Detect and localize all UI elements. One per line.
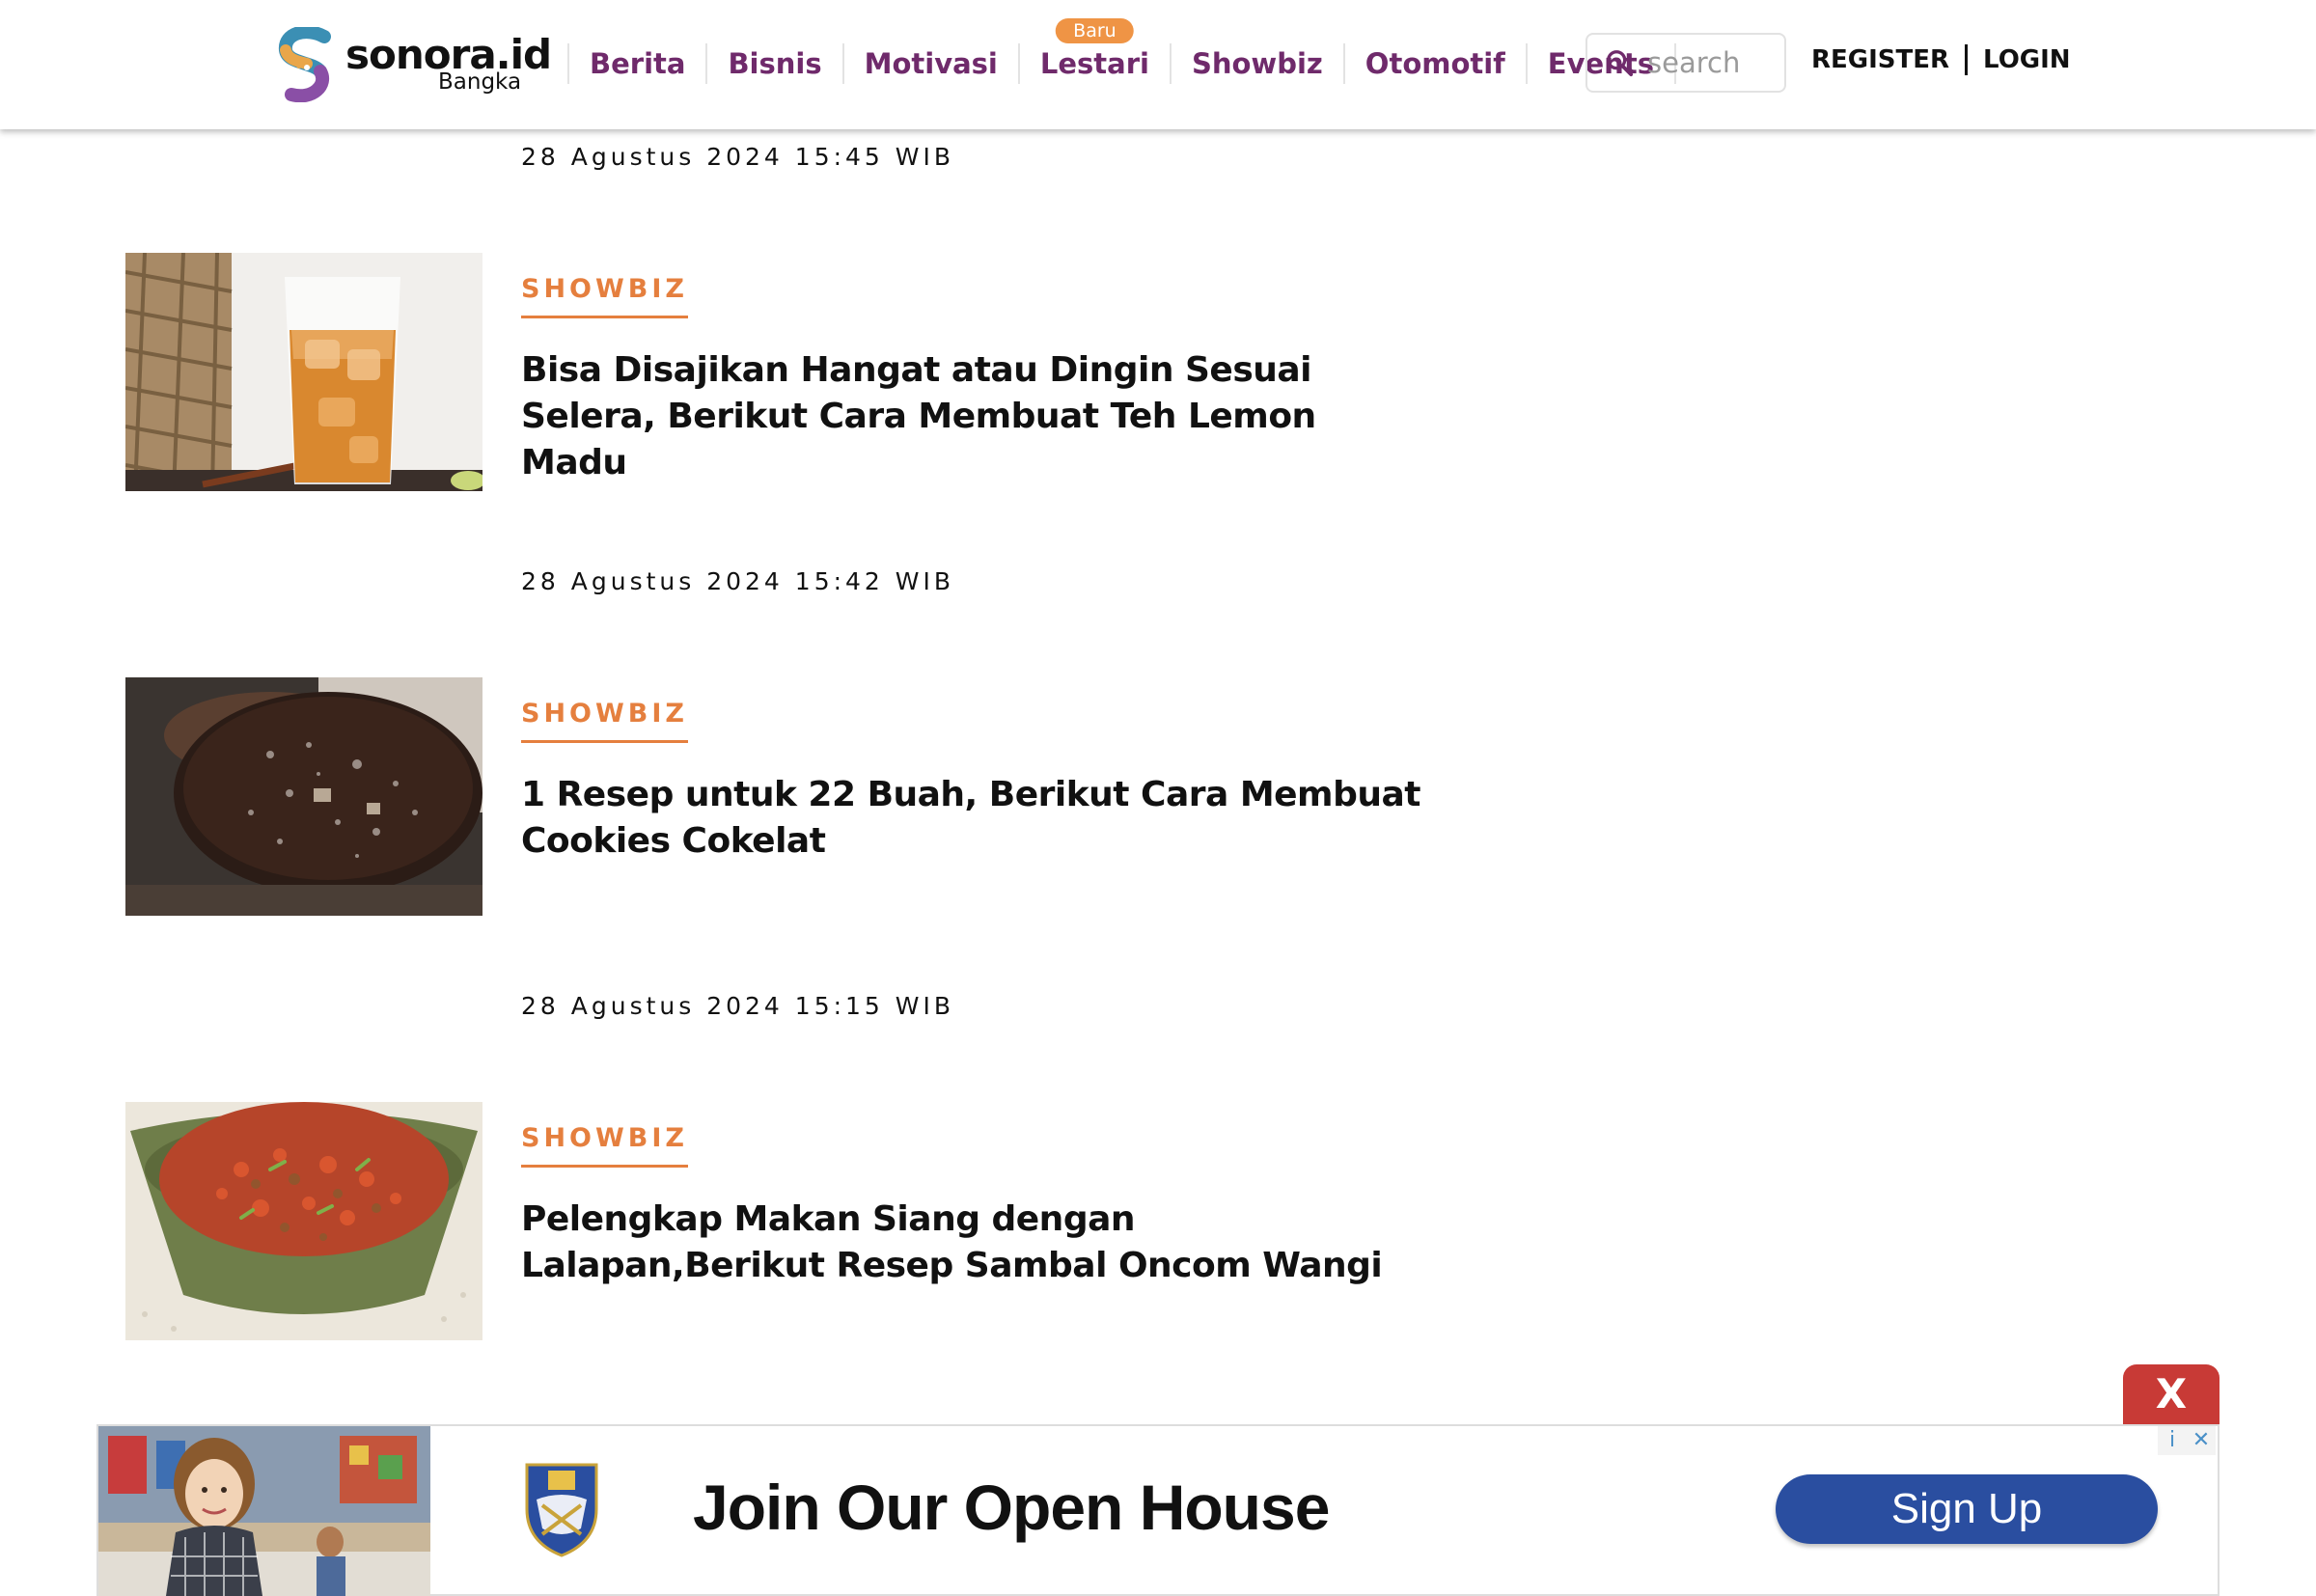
article-timestamp: 28 Agustus 2024 15:15 WIB [521,992,955,1020]
nav-item-otomotif[interactable]: Otomotif [1345,47,1526,80]
ad-photo [98,1426,430,1596]
nav-label: Motivasi [864,47,998,80]
new-badge: Baru [1056,18,1134,43]
ad-choices[interactable]: i ✕ [2158,1426,2218,1455]
login-link[interactable]: LOGIN [1983,45,2071,74]
nav-label: Showbiz [1191,47,1323,80]
sign-up-button[interactable]: Sign Up [1776,1474,2158,1544]
nav-item-berita[interactable]: Berita [569,47,705,80]
site-logo[interactable]: sonora.id Bangka [278,27,552,104]
article-title[interactable]: 1 Resep untuk 22 Buah, Berikut Cara Memb… [521,772,1428,865]
article-title[interactable]: Bisa Disajikan Hangat atau Dingin Sesuai… [521,347,1428,486]
ad-banner[interactable]: Join Our Open House Sign Up i ✕ [96,1424,2220,1596]
article-category[interactable]: SHOWBIZ [521,1123,688,1168]
auth-links: REGISTER LOGIN [1811,44,2071,75]
nav-label: Lestari [1039,47,1149,80]
classroom-child-image [98,1426,430,1596]
nav-item-motivasi[interactable]: Motivasi [844,47,1018,80]
register-link[interactable]: REGISTER [1811,45,1949,74]
ad-dismiss-icon[interactable]: ✕ [2187,1426,2216,1455]
article-thumbnail[interactable] [125,1102,482,1340]
search-box[interactable] [1585,33,1786,93]
article-category[interactable]: SHOWBIZ [521,699,688,743]
search-icon [1607,50,1634,77]
ad-info-icon[interactable]: i [2158,1426,2187,1455]
school-crest-icon [525,1463,598,1557]
nav-label: Otomotif [1365,47,1505,80]
article-title[interactable]: Pelengkap Makan Siang dengan Lalapan,Ber… [521,1197,1428,1289]
sambal-bowl-image [125,1102,482,1340]
ad-close-button[interactable]: X [2123,1364,2220,1424]
article-timestamp: 28 Agustus 2024 15:42 WIB [521,567,955,595]
search-input[interactable] [1645,45,1784,80]
chocolate-cookie-image [125,677,482,916]
article-thumbnail[interactable] [125,677,482,916]
main-nav: Berita Bisnis Motivasi Baru Lestari Show… [567,18,1676,89]
nav-label: Bisnis [728,47,822,80]
article-category[interactable]: SHOWBIZ [521,274,688,318]
auth-divider [1965,44,1969,75]
nav-item-showbiz[interactable]: Showbiz [1172,47,1343,80]
nav-label: Berita [590,47,686,80]
nav-item-bisnis[interactable]: Bisnis [707,47,841,80]
logo-region: Bangka [438,69,522,95]
article-timestamp: 28 Agustus 2024 15:45 WIB [521,143,955,171]
article-thumbnail[interactable] [125,253,482,491]
logo-mark-icon [279,27,331,102]
ad-headline: Join Our Open House [693,1472,1330,1543]
iced-tea-image [125,253,482,491]
site-header: sonora.id Bangka Berita Bisnis Motivasi … [0,0,2316,129]
nav-item-lestari[interactable]: Baru Lestari [1020,18,1170,80]
